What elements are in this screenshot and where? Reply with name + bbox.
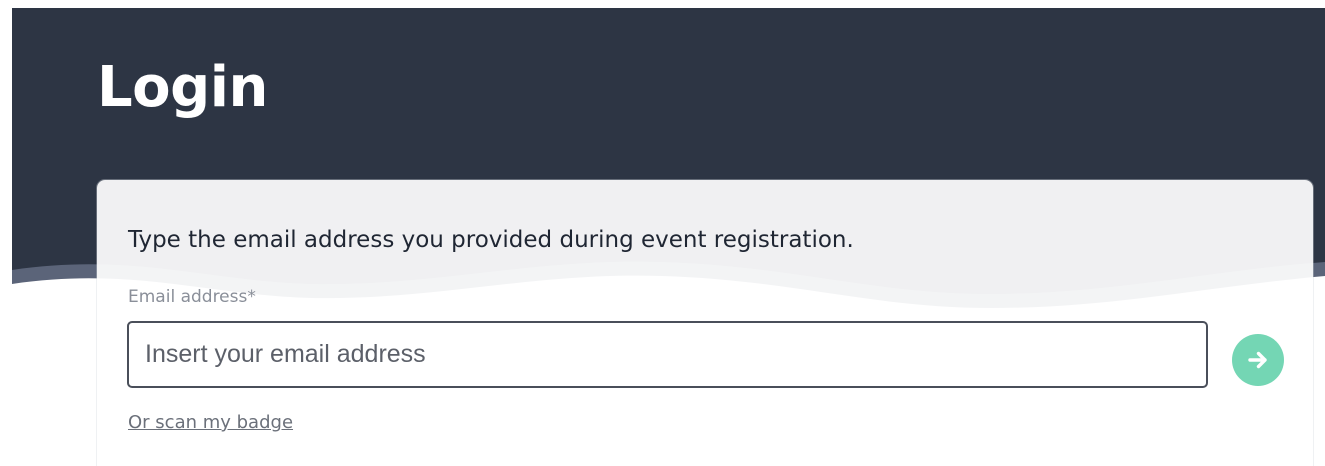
arrow-right-icon bbox=[1248, 351, 1267, 369]
login-page: Login Type the email address you provide… bbox=[0, 0, 1325, 466]
page-title: Login bbox=[97, 55, 268, 120]
submit-button[interactable] bbox=[1232, 334, 1284, 386]
login-instructions: Type the email address you provided duri… bbox=[128, 227, 854, 253]
scan-badge-link[interactable]: Or scan my badge bbox=[128, 410, 293, 436]
login-card: Type the email address you provided duri… bbox=[97, 180, 1313, 466]
email-input[interactable] bbox=[127, 321, 1208, 388]
email-field-label: Email address* bbox=[128, 287, 256, 307]
